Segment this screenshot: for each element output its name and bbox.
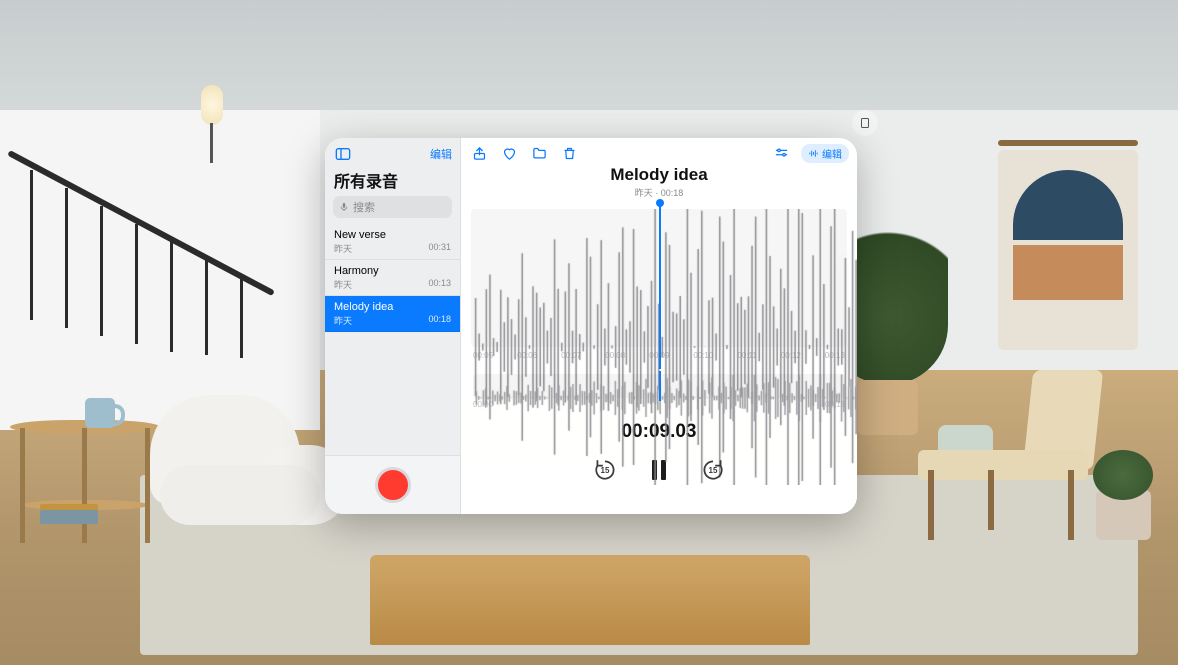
mug [85, 398, 115, 428]
waveform-scrubber[interactable] [471, 209, 847, 347]
item-date: 昨天 [334, 242, 352, 255]
list-item[interactable]: Harmony昨天 00:13 [325, 260, 460, 296]
folder-icon[interactable] [529, 143, 549, 163]
item-date: 昨天 [334, 278, 352, 291]
overview-cursor[interactable] [659, 371, 661, 401]
armchair-left [140, 395, 340, 555]
sidebar: 编辑 所有录音 搜索 New verse昨天00:31Harmony昨天00:1… [325, 138, 461, 514]
search-input[interactable]: 搜索 [333, 196, 452, 218]
trash-icon[interactable] [559, 143, 579, 163]
sidebar-toggle-icon[interactable] [333, 144, 353, 164]
sidebar-edit-button[interactable]: 编辑 [430, 146, 452, 162]
list-item[interactable]: Melody idea昨天 00:18 [325, 296, 460, 332]
skip-back-button[interactable]: 15 [592, 457, 618, 483]
wall-sconce [195, 85, 235, 165]
recordings-list: New verse昨天00:31Harmony昨天00:13Melody ide… [325, 224, 460, 455]
item-title: New verse [334, 229, 451, 241]
overview-scrubber[interactable] [473, 374, 845, 398]
books [40, 510, 98, 524]
small-planter [1088, 460, 1158, 540]
edit-recording-button[interactable]: 编辑 [801, 144, 849, 163]
window-control-icon[interactable] [852, 110, 878, 136]
stair-railing [10, 140, 310, 310]
edit-pill-label: 编辑 [822, 146, 842, 161]
record-button[interactable] [375, 467, 411, 503]
mic-icon [339, 202, 349, 212]
wall-art-rod [998, 140, 1138, 146]
sidebar-title: 所有录音 [325, 166, 460, 196]
detail-pane: 编辑 Melody idea 昨天 · 00:18 00:0500:0600:0… [461, 138, 857, 514]
playhead[interactable] [659, 203, 661, 369]
voice-memos-window: 编辑 所有录音 搜索 New verse昨天00:31Harmony昨天00:1… [325, 138, 857, 514]
item-duration: 00:13 [428, 278, 451, 291]
recording-subtitle: 昨天 · 00:18 [461, 186, 857, 199]
item-duration: 00:18 [428, 314, 451, 327]
favorite-icon[interactable] [499, 143, 519, 163]
wall-art [998, 150, 1138, 350]
skip-forward-button[interactable]: 15 [700, 457, 726, 483]
ceiling [0, 0, 1178, 120]
item-title: Harmony [334, 265, 451, 277]
recording-title: Melody idea [461, 165, 857, 185]
list-item[interactable]: New verse昨天 00:31 [325, 224, 460, 260]
record-bar [325, 455, 460, 514]
armchair-right [898, 370, 1118, 550]
waveform-icon [808, 148, 819, 159]
share-icon[interactable] [469, 143, 489, 163]
item-duration: 00:31 [428, 242, 451, 255]
options-icon[interactable] [771, 143, 791, 163]
item-title: Melody idea [334, 301, 451, 313]
side-table [10, 420, 160, 550]
coffee-table [370, 555, 810, 645]
item-date: 昨天 [334, 314, 352, 327]
search-placeholder: 搜索 [353, 199, 375, 215]
